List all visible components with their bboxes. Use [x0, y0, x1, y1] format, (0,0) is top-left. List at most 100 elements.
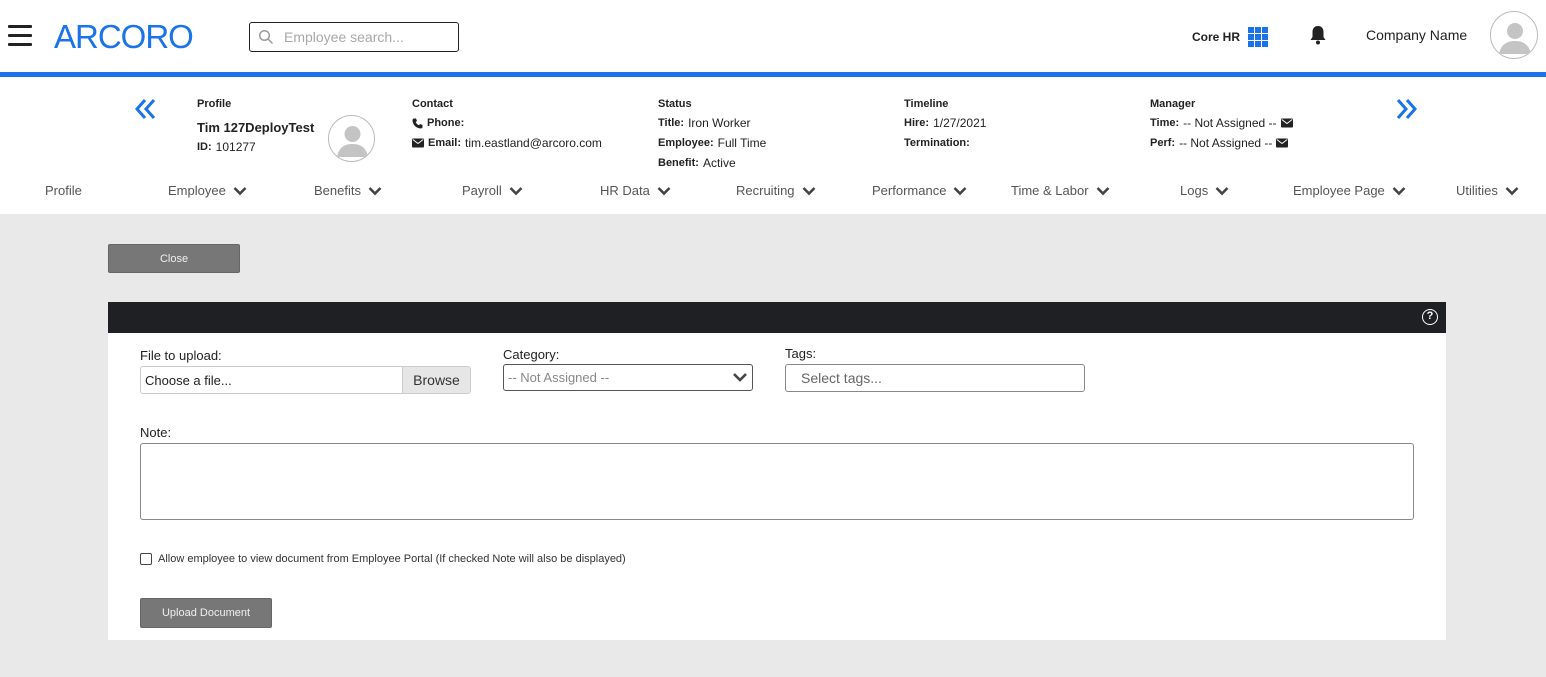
phone-icon — [412, 118, 423, 128]
email-time-manager-icon[interactable] — [1280, 118, 1293, 128]
chevron-down-icon — [802, 186, 815, 195]
tab-benefits[interactable]: Benefits — [314, 183, 382, 198]
id-value: 101277 — [215, 140, 256, 154]
contact-column: Contact Phone: Email: tim.eastland@arcor… — [412, 98, 602, 150]
tags-input[interactable]: Select tags... — [785, 364, 1085, 392]
help-icon[interactable]: ? — [1422, 309, 1438, 325]
category-label: Category: — [503, 347, 560, 362]
timeline-column: Timeline Hire: 1/27/2021 Termination: — [904, 98, 986, 150]
manager-heading: Manager — [1150, 98, 1196, 110]
search-input[interactable] — [284, 29, 444, 45]
chevron-down-icon — [1096, 186, 1109, 195]
chevron-down-icon — [509, 186, 523, 195]
file-name-display[interactable]: Choose a file... — [141, 367, 402, 393]
tab-payroll[interactable]: Payroll — [462, 183, 523, 198]
employee-type-label: Employee: — [658, 137, 714, 149]
category-select[interactable]: -- Not Assigned -- — [503, 364, 753, 391]
chevron-down-icon — [368, 186, 382, 195]
company-name[interactable]: Company Name — [1366, 27, 1467, 43]
title-value: Iron Worker — [688, 116, 751, 130]
tab-performance[interactable]: Performance — [872, 183, 967, 198]
menu-icon[interactable] — [8, 25, 32, 47]
user-avatar-icon[interactable] — [1490, 11, 1538, 59]
search-icon — [258, 29, 274, 45]
bell-icon[interactable] — [1309, 25, 1327, 45]
time-manager-label: Time: — [1150, 117, 1180, 129]
close-button[interactable]: Close — [108, 244, 240, 273]
tab-label: Employee Page — [1293, 183, 1385, 198]
upload-document-button[interactable]: Upload Document — [140, 598, 272, 628]
perf-manager-label: Perf: — [1150, 137, 1176, 149]
apps-grid-icon[interactable] — [1248, 27, 1269, 47]
tab-profile[interactable]: Profile — [45, 183, 82, 198]
tab-label: Benefits — [314, 183, 361, 198]
timeline-heading: Timeline — [904, 98, 949, 110]
tab-label: Recruiting — [736, 183, 795, 198]
tab-label: Payroll — [462, 183, 502, 198]
chevron-down-icon — [1392, 186, 1406, 195]
tab-label: Performance — [872, 183, 947, 198]
status-heading: Status — [658, 98, 692, 110]
employee-nav: Profile Employee Benefits Payroll HR Dat… — [0, 183, 1546, 205]
tab-utilities[interactable]: Utilities — [1456, 183, 1519, 198]
chevron-down-icon — [233, 186, 247, 195]
benefit-label: Benefit: — [658, 157, 699, 169]
note-label: Note: — [140, 425, 172, 440]
hire-label: Hire: — [904, 117, 930, 129]
employee-name: Tim 127DeployTest — [197, 120, 315, 135]
tab-label: HR Data — [600, 183, 650, 198]
tab-time-labor[interactable]: Time & Labor — [1011, 183, 1110, 198]
employee-type-value: Full Time — [717, 136, 767, 150]
note-textarea[interactable] — [140, 443, 1414, 520]
next-employee-icon[interactable] — [1394, 98, 1418, 120]
employee-header: Profile Tim 127DeployTest ID: 101277 Con… — [0, 77, 1546, 214]
arcoro-logo[interactable]: ARCORO — [54, 18, 194, 56]
tab-label: Profile — [45, 183, 82, 198]
hire-value: 1/27/2021 — [933, 116, 987, 130]
manager-column: Manager Time: -- Not Assigned -- Perf: -… — [1150, 98, 1293, 150]
tab-employee-page[interactable]: Employee Page — [1293, 183, 1406, 198]
portal-visibility-checkbox[interactable] — [140, 553, 152, 565]
tags-label: Tags: — [785, 346, 817, 361]
termination-label: Termination: — [904, 137, 970, 149]
tab-label: Utilities — [1456, 183, 1498, 198]
time-manager-value: -- Not Assigned -- — [1183, 116, 1277, 130]
id-label: ID: — [197, 141, 212, 153]
tab-employee[interactable]: Employee — [168, 183, 247, 198]
file-upload-label: File to upload: — [140, 348, 222, 363]
category-selected-value: -- Not Assigned -- — [508, 370, 610, 385]
status-column: Status Title: Iron Worker Employee: Full… — [658, 98, 766, 170]
upload-document-panel: File to upload: Choose a file... Browse … — [108, 333, 1446, 640]
chevron-down-icon — [657, 186, 671, 195]
tab-logs[interactable]: Logs — [1180, 183, 1229, 198]
email-icon — [412, 138, 424, 148]
employee-search[interactable] — [249, 22, 459, 52]
contact-heading: Contact — [412, 98, 453, 110]
upload-panel-header: ? — [108, 302, 1446, 333]
title-label: Title: — [658, 117, 685, 129]
phone-label: Phone: — [427, 117, 465, 129]
chevron-down-icon — [1215, 186, 1229, 195]
top-bar: ARCORO Core HR Company Name — [0, 0, 1546, 72]
email-perf-manager-icon[interactable] — [1276, 138, 1289, 148]
portal-visibility-label[interactable]: Allow employee to view document from Emp… — [158, 553, 626, 565]
benefit-value: Active — [702, 156, 736, 170]
previous-employee-icon[interactable] — [134, 98, 158, 120]
chevron-down-icon — [733, 373, 747, 382]
module-label: Core HR — [1192, 30, 1241, 44]
tab-label: Employee — [168, 183, 226, 198]
tab-hr-data[interactable]: HR Data — [600, 183, 671, 198]
chevron-down-icon — [954, 186, 967, 195]
portal-visibility-option: Allow employee to view document from Emp… — [140, 553, 626, 565]
tab-recruiting[interactable]: Recruiting — [736, 183, 816, 198]
employee-avatar[interactable] — [328, 115, 375, 162]
browse-button[interactable]: Browse — [402, 367, 470, 393]
tab-label: Logs — [1180, 183, 1209, 198]
tab-label: Time & Labor — [1011, 183, 1089, 198]
file-upload-field[interactable]: Choose a file... Browse — [140, 366, 471, 394]
perf-manager-value: -- Not Assigned -- — [1179, 136, 1273, 150]
module-switcher[interactable]: Core HR — [1192, 27, 1269, 47]
chevron-down-icon — [1505, 186, 1519, 195]
profile-column: Profile Tim 127DeployTest ID: 101277 — [197, 98, 314, 154]
email-value[interactable]: tim.eastland@arcoro.com — [465, 136, 602, 150]
